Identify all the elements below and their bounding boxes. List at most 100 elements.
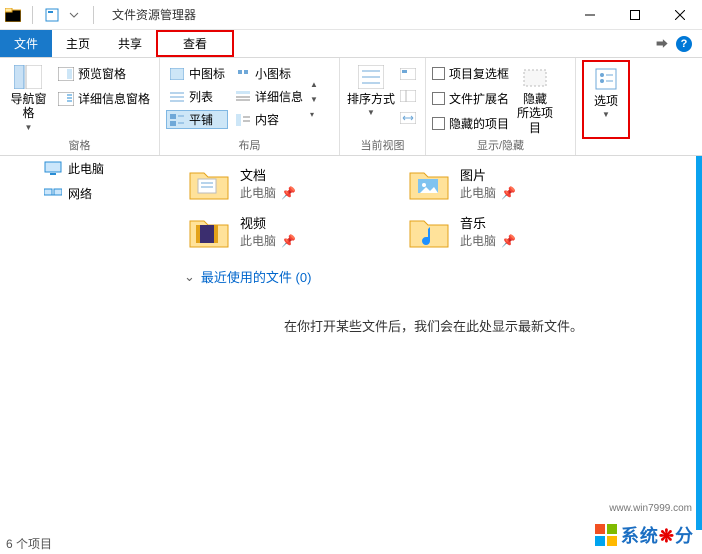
details-pane-icon [58,91,74,107]
tiles-icon [169,112,185,128]
tree-this-pc-label: 此电脑 [68,160,104,177]
layout-details-label: 详细信息 [255,88,303,105]
folder-sub: 此电脑 [460,186,496,200]
network-icon [44,186,62,202]
pin-icon: 📌 [278,234,296,248]
recent-files-header[interactable]: ⌄ 最近使用的文件 (0) [184,267,702,286]
this-pc-icon [44,161,62,177]
medium-icons-icon [169,66,185,82]
tab-file[interactable]: 文件 [0,30,52,57]
sort-icon [355,64,387,90]
folder-name: 音乐 [460,216,486,231]
layout-more-icon[interactable]: ▾ [310,110,318,119]
qat-dropdown-icon[interactable] [65,6,83,24]
chevron-down-icon: ▼ [25,123,33,133]
details-pane-button[interactable]: 详细信息窗格 [55,89,153,108]
ribbon-right: ⮕ ? [656,30,702,57]
group-panes: 导航窗格 ▼ 预览窗格 详细信息窗格 窗格 [0,58,160,155]
group-show-hide: 项目复选框 文件扩展名 隐藏的项目 隐藏 所选项目 显示/隐藏 [426,58,576,155]
group-options-label [582,139,630,155]
folder-name: 视频 [240,216,266,231]
details-pane-label: 详细信息窗格 [78,90,150,107]
list-item[interactable]: 音乐 此电脑 📌 [404,207,624,255]
tab-view[interactable]: 查看 [156,30,234,57]
list-item[interactable]: 文档 此电脑 📌 [184,159,404,207]
sort-label: 排序方式 [347,92,395,106]
tree-this-pc[interactable]: 此电脑 [14,156,164,181]
folder-sub: 此电脑 [240,186,276,200]
nav-pane-label: 导航窗格 [6,92,51,121]
layout-list[interactable]: 列表 [166,87,228,106]
layout-content-label: 内容 [255,111,279,128]
add-columns-icon[interactable] [400,88,416,104]
watermark-text: 系统❋分 [621,522,694,548]
ribbon-tabs: 文件 主页 共享 查看 ⮕ ? [0,30,702,58]
titlebar: 文件资源管理器 [0,0,702,30]
properties-icon[interactable] [43,6,61,24]
ribbon: 导航窗格 ▼ 预览窗格 详细信息窗格 窗格 中图标 [0,58,702,156]
preview-pane-label: 预览窗格 [78,65,126,82]
group-show-hide-label: 显示/隐藏 [432,135,569,155]
group-layout: 中图标 列表 平铺 小图标 详细信息 [160,58,340,155]
preview-pane-button[interactable]: 预览窗格 [55,64,153,83]
group-panes-label: 窗格 [6,135,153,155]
content-area: 此电脑 网络 文档 此电脑 📌 [0,156,702,530]
folder-icon [408,213,450,249]
minimize-button[interactable] [567,0,612,30]
size-columns-icon[interactable] [400,110,416,126]
layout-medium-icons[interactable]: 中图标 [166,64,228,83]
chevron-down-icon: ▼ [367,108,375,118]
help-icon[interactable]: ? [676,36,692,52]
group-options: 选项 ▼ [576,58,636,155]
small-icons-icon [235,66,251,82]
layout-scroll-down-icon[interactable]: ▼ [310,95,318,104]
minimize-ribbon-icon[interactable]: ⮕ [656,35,668,52]
layout-tiles[interactable]: 平铺 [166,110,228,129]
pin-icon: 📌 [498,234,516,248]
nav-pane-button[interactable]: 导航窗格 ▼ [6,60,51,135]
checkbox-icon [432,67,445,80]
list-item[interactable]: 图片 此电脑 📌 [404,159,624,207]
options-button[interactable]: 选项 ▼ [582,60,630,139]
file-ext-label: 文件扩展名 [449,90,509,107]
layout-small-icons[interactable]: 小图标 [232,64,306,83]
group-by-icon[interactable] [400,66,416,82]
maximize-button[interactable] [612,0,657,30]
checkbox-icon [432,117,445,130]
tree-network[interactable]: 网络 [14,181,164,206]
folder-name: 文档 [240,168,266,183]
list-item[interactable]: 视频 此电脑 📌 [184,207,404,255]
layout-medium-label: 中图标 [189,65,225,82]
preview-pane-icon [58,66,74,82]
tab-home[interactable]: 主页 [52,30,104,57]
tree-network-label: 网络 [68,185,92,202]
pin-icon: 📌 [278,186,296,200]
file-ext-toggle[interactable]: 文件扩展名 [432,89,509,108]
hide-selected-label: 隐藏 所选项目 [513,92,557,135]
layout-scroll-up-icon[interactable]: ▲ [310,80,318,89]
tab-share[interactable]: 共享 [104,30,156,57]
group-layout-label: 布局 [166,135,333,155]
layout-content[interactable]: 内容 [232,110,306,129]
scrollbar[interactable] [696,156,702,530]
layout-tiles-label: 平铺 [189,111,213,128]
close-button[interactable] [657,0,702,30]
recent-files-empty: 在你打开某些文件后，我们会在此处显示最新文件。 [184,316,702,335]
hidden-items-label: 隐藏的项目 [449,115,509,132]
app-icon [4,6,22,24]
status-bar-count: 6 个项目 [6,535,52,552]
item-checkboxes-label: 项目复选框 [449,65,509,82]
hide-selected-button[interactable]: 隐藏 所选项目 [513,60,557,135]
chevron-down-icon: ⌄ [184,269,195,285]
sort-by-button[interactable]: 排序方式 ▼ [346,60,396,135]
layout-small-label: 小图标 [255,65,291,82]
folder-icon [408,165,450,201]
folder-icon [188,213,230,249]
chevron-down-icon: ▼ [602,110,610,120]
hidden-items-toggle[interactable]: 隐藏的项目 [432,114,509,133]
watermark-logo-icon [595,524,617,546]
group-current-view-label: 当前视图 [346,135,419,155]
layout-details[interactable]: 详细信息 [232,87,306,106]
folder-sub: 此电脑 [240,234,276,248]
item-checkboxes-toggle[interactable]: 项目复选框 [432,64,509,83]
